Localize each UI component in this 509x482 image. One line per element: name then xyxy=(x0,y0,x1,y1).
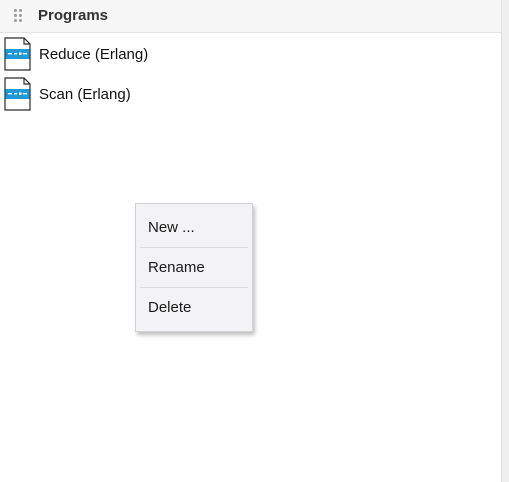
list-item[interactable]: Reduce (Erlang) xyxy=(0,34,501,74)
menu-item-rename[interactable]: Rename xyxy=(136,248,252,288)
program-name: Reduce (Erlang) xyxy=(39,46,149,63)
list-item[interactable]: Scan (Erlang) xyxy=(0,74,501,114)
program-name: Scan (Erlang) xyxy=(39,86,131,103)
program-list: Reduce (Erlang) Scan (Erlang) xyxy=(0,34,501,114)
menu-item-delete[interactable]: Delete xyxy=(136,288,252,328)
menu-item-new[interactable]: New ... xyxy=(136,208,252,248)
drag-handle-icon[interactable] xyxy=(14,9,24,23)
context-menu: New ... Rename Delete xyxy=(135,203,253,332)
panel-splitter[interactable] xyxy=(501,0,509,482)
panel-title: Programs xyxy=(38,7,109,24)
erlang-program-file-icon xyxy=(4,37,31,71)
panel-header: Programs xyxy=(0,0,501,33)
erlang-program-file-icon xyxy=(4,77,31,111)
